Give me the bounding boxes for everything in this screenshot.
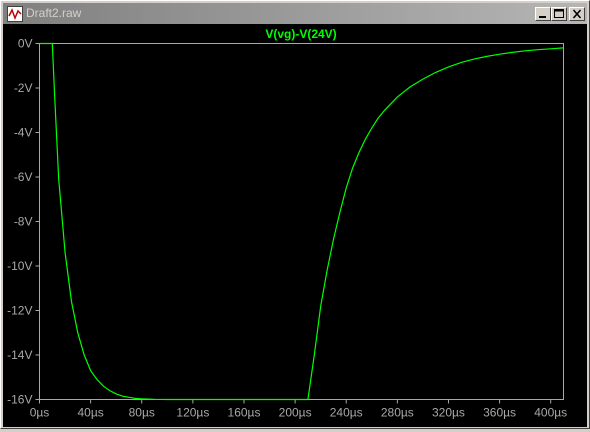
close-button[interactable] bbox=[569, 7, 585, 21]
minimize-icon bbox=[539, 16, 546, 18]
x-tick-label: 80µs bbox=[129, 406, 155, 420]
title-bar[interactable]: Draft2.raw bbox=[3, 3, 587, 24]
waveform-viewer-window: Draft2.raw V(vg)-V(24V) 0V -2V -4V -6V -8V -1… bbox=[0, 0, 590, 429]
plot-pane[interactable]: V(vg)-V(24V) 0V -2V -4V -6V -8V -10V -12V -14V -… bbox=[3, 24, 587, 427]
y-tick-label: -16V bbox=[7, 393, 32, 407]
y-tick-label: 0V bbox=[18, 37, 33, 51]
y-tick-label: -14V bbox=[7, 348, 32, 362]
y-tick-label: -2V bbox=[14, 81, 33, 95]
x-tick-label: 360µs bbox=[483, 406, 516, 420]
y-tick-label: -12V bbox=[7, 304, 32, 318]
waveform-icon[interactable] bbox=[7, 6, 23, 22]
x-tick-label: 0µs bbox=[30, 406, 50, 420]
x-tick-label: 280µs bbox=[381, 406, 414, 420]
trace-line[interactable] bbox=[39, 42, 564, 401]
x-tick-label: 40µs bbox=[77, 406, 103, 420]
x-tick-label: 200µs bbox=[279, 406, 312, 420]
window-title: Draft2.raw bbox=[26, 6, 82, 20]
y-tick-label: -6V bbox=[14, 170, 33, 184]
y-tick-label: -10V bbox=[7, 259, 32, 273]
maximize-icon bbox=[554, 9, 564, 18]
x-tick-label: 160µs bbox=[228, 406, 261, 420]
x-tick-label: 400µs bbox=[534, 406, 567, 420]
close-icon bbox=[572, 9, 582, 19]
y-tick-label: -8V bbox=[14, 215, 33, 229]
trace-title[interactable]: V(vg)-V(24V) bbox=[265, 27, 336, 41]
waveform-chart[interactable]: V(vg)-V(24V) 0V -2V -4V -6V -8V -10V -12V -14V -… bbox=[3, 24, 587, 427]
maximize-button[interactable] bbox=[551, 7, 567, 21]
x-tick-label: 120µs bbox=[176, 406, 209, 420]
plot-frame bbox=[39, 43, 564, 400]
y-tick-label: -4V bbox=[14, 126, 33, 140]
minimize-button[interactable] bbox=[535, 7, 551, 21]
x-tick-label: 320µs bbox=[432, 406, 465, 420]
x-tick-label: 240µs bbox=[330, 406, 363, 420]
